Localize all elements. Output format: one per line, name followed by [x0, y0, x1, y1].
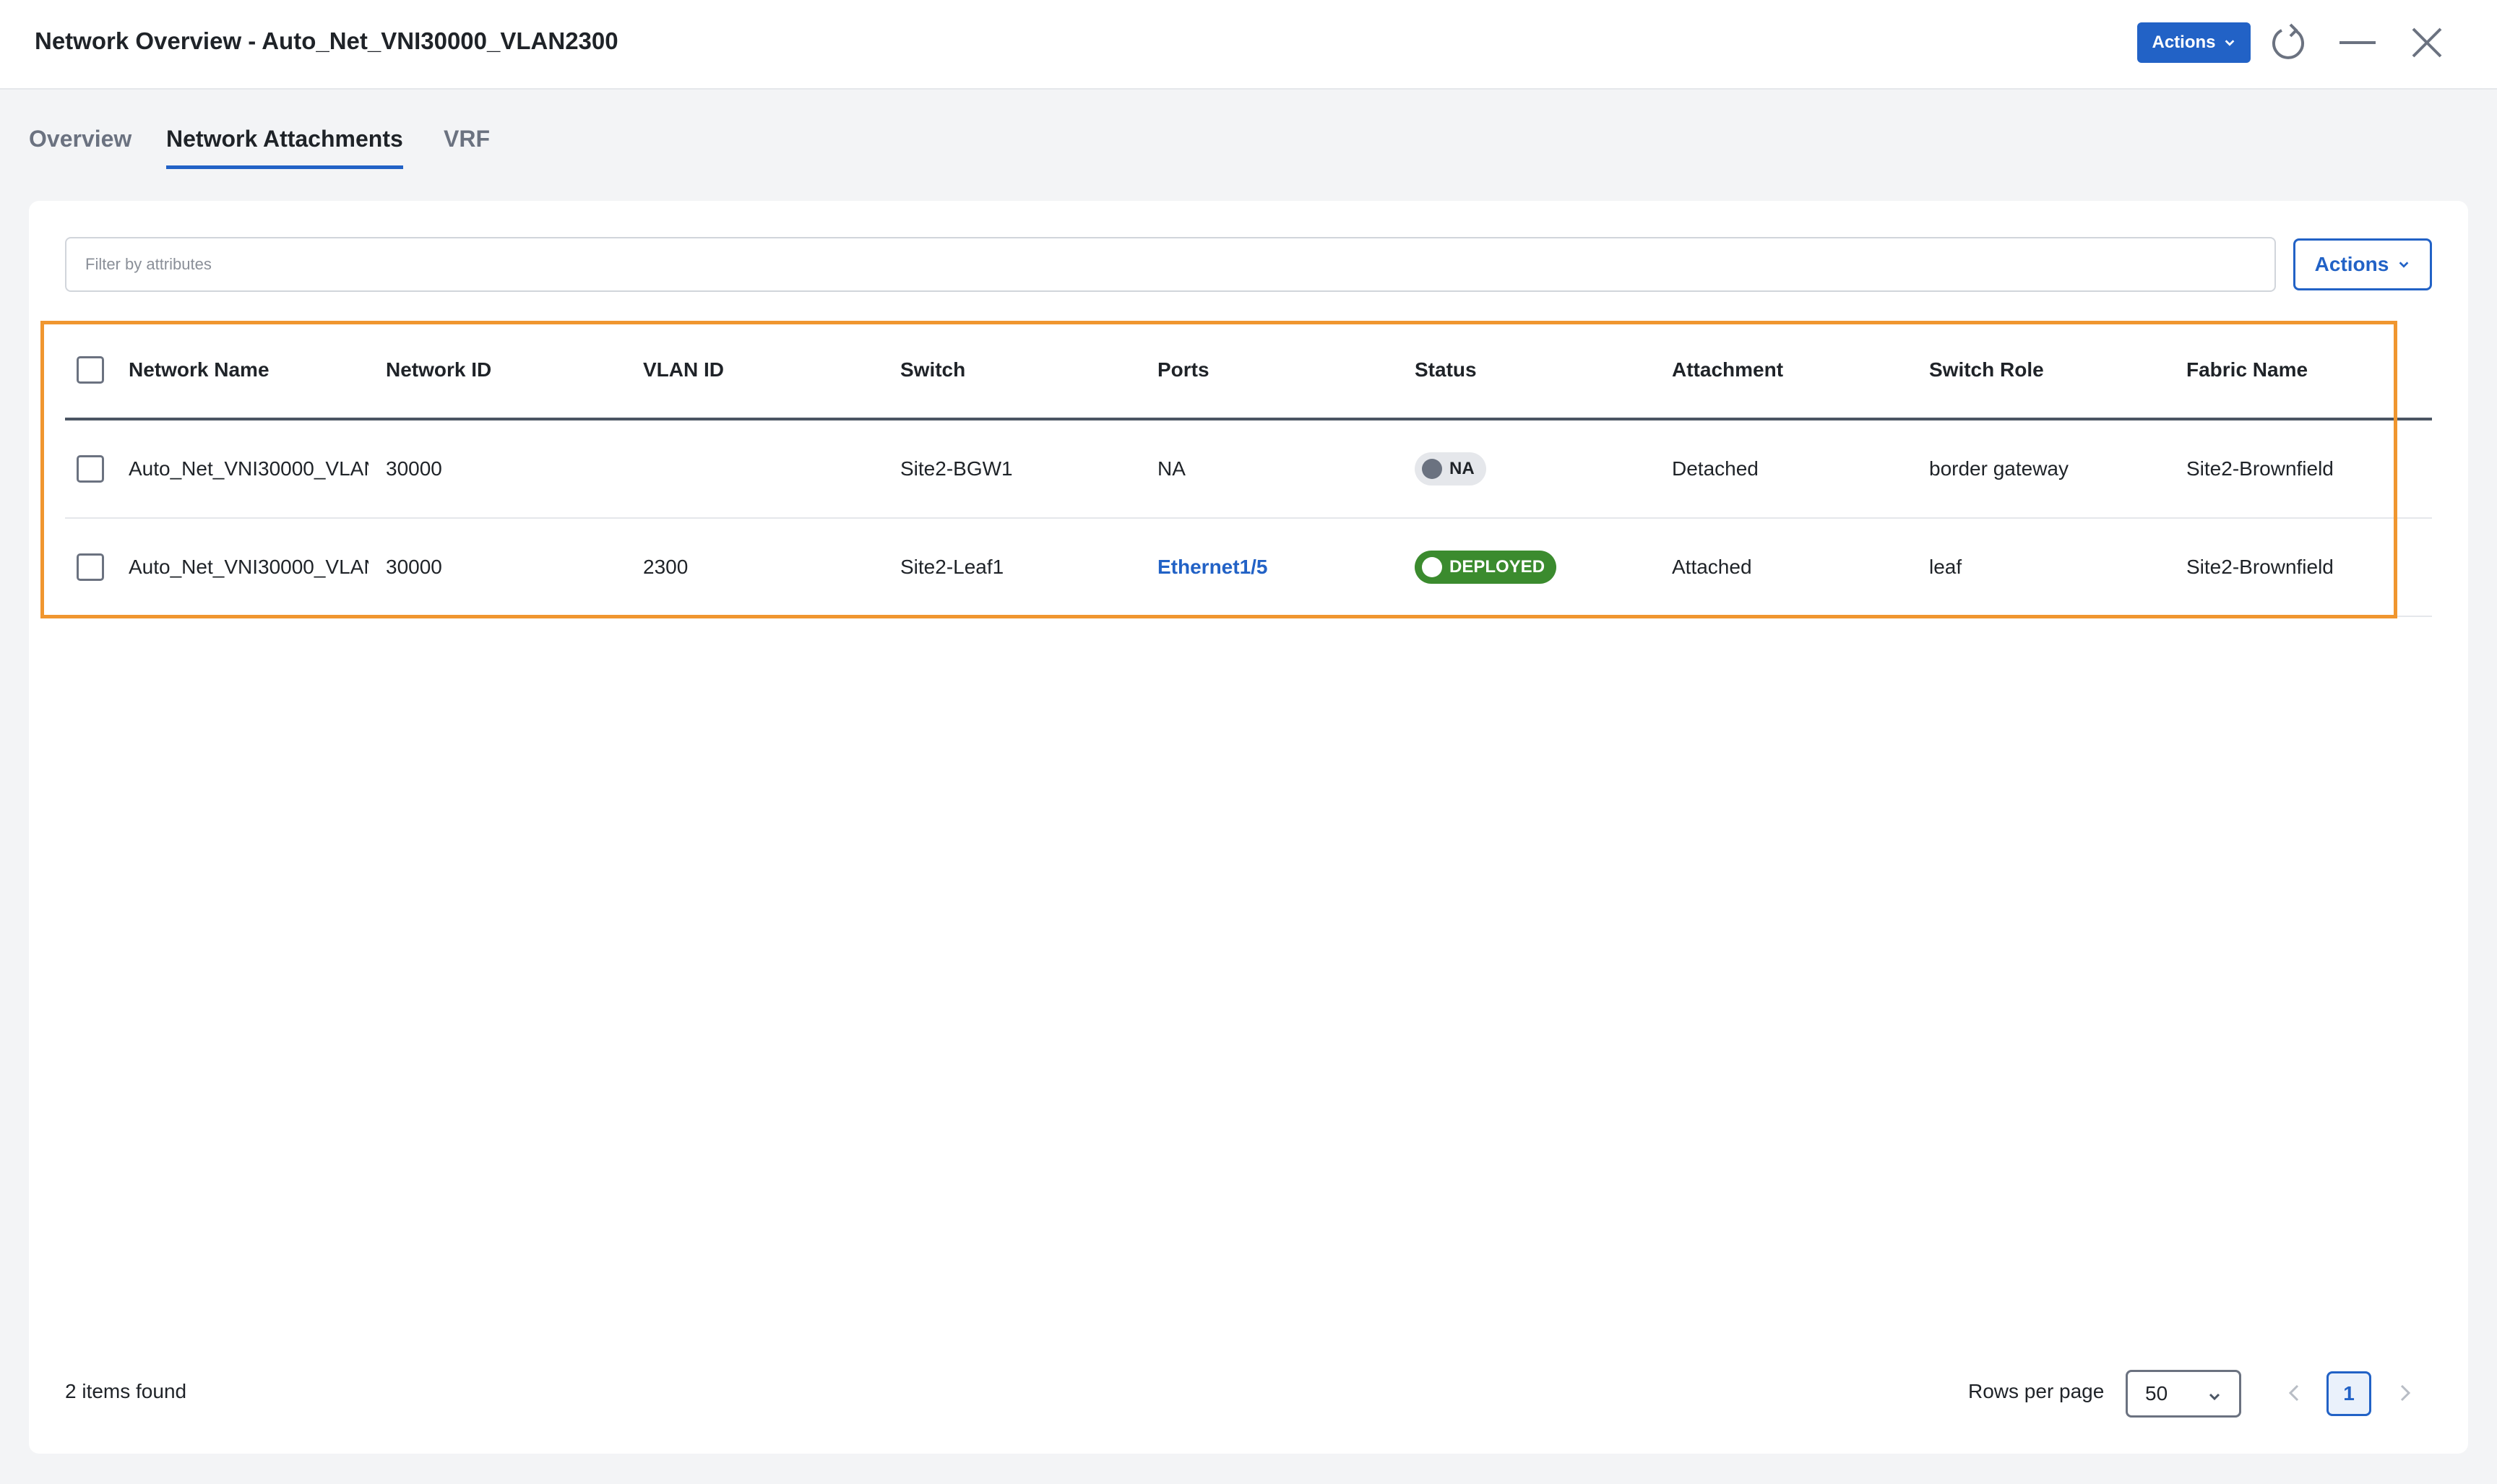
- header-actions-label: Actions: [2152, 33, 2216, 52]
- table-row[interactable]: Auto_Net_VNI30000_VLAN2300 30000 2300 Si…: [65, 519, 2432, 617]
- row-checkbox[interactable]: [77, 553, 104, 581]
- chevron-right-icon[interactable]: [2392, 1380, 2418, 1406]
- cell-switch-role: leaf: [1929, 556, 1962, 578]
- cell-status: NA: [1415, 420, 1660, 517]
- column-header-vlan-id[interactable]: VLAN ID: [643, 322, 889, 418]
- cell-status: DEPLOYED: [1415, 519, 1660, 616]
- chevron-down-icon: [2209, 1393, 2220, 1401]
- items-found-count: 2 items found: [65, 1380, 187, 1402]
- status-badge-label: NA: [1449, 459, 1475, 478]
- tab-overview[interactable]: Overview: [29, 126, 131, 165]
- status-dot-icon: [1422, 459, 1442, 479]
- column-header-network-id[interactable]: Network ID: [386, 322, 631, 418]
- rows-per-page-label: Rows per page: [1968, 1380, 2105, 1402]
- tab-network-attachments[interactable]: Network Attachments: [166, 126, 403, 169]
- cell-switch: Site2-Leaf1: [900, 556, 1004, 578]
- cell-switch: Site2-BGW1: [900, 457, 1013, 480]
- column-header-fabric-name[interactable]: Fabric Name: [2186, 322, 2432, 418]
- status-badge: DEPLOYED: [1415, 551, 1557, 584]
- attachments-table: Network Name Network ID VLAN ID Switch P…: [65, 322, 2432, 617]
- table-row[interactable]: Auto_Net_VNI30000_VLAN2300 30000 Site2-B…: [65, 420, 2432, 519]
- status-dot-icon: [1422, 557, 1442, 577]
- select-all-checkbox[interactable]: [77, 356, 104, 384]
- page-number-current[interactable]: 1: [2326, 1371, 2371, 1416]
- cell-network-id: 30000: [386, 457, 442, 480]
- cell-fabric-name: Site2-Brownfield: [2186, 457, 2334, 480]
- cell-fabric-name: Site2-Brownfield: [2186, 556, 2334, 578]
- port-link[interactable]: Ethernet1/5: [1157, 556, 1268, 579]
- cell-attachment: Attached: [1672, 556, 1752, 578]
- window-header: Network Overview - Auto_Net_VNI30000_VLA…: [0, 0, 2497, 90]
- refresh-icon[interactable]: [2266, 20, 2311, 65]
- row-checkbox[interactable]: [77, 455, 104, 483]
- cell-vlan-id: [643, 420, 889, 517]
- cell-network-name: Auto_Net_VNI30000_VLAN2300: [129, 556, 368, 578]
- chevron-left-icon[interactable]: [2282, 1380, 2308, 1406]
- cell-ports: Ethernet1/5: [1157, 519, 1403, 616]
- minimize-icon[interactable]: [2335, 20, 2380, 65]
- page-title: Network Overview - Auto_Net_VNI30000_VLA…: [35, 27, 618, 54]
- cell-ports: NA: [1157, 457, 1186, 480]
- column-header-switch-role[interactable]: Switch Role: [1929, 322, 2175, 418]
- column-header-switch[interactable]: Switch: [900, 322, 1146, 418]
- filter-input[interactable]: [65, 237, 2276, 292]
- table-header-row: Network Name Network ID VLAN ID Switch P…: [65, 322, 2432, 420]
- table-actions-button[interactable]: Actions: [2293, 238, 2432, 290]
- table-actions-label: Actions: [2314, 253, 2389, 275]
- chevron-down-icon: [2225, 40, 2234, 46]
- chevron-down-icon: [2399, 262, 2409, 268]
- tab-vrf[interactable]: VRF: [444, 126, 490, 165]
- cell-vlan-id: 2300: [643, 556, 689, 578]
- rows-per-page-value: 50: [2145, 1382, 2168, 1405]
- header-actions-button[interactable]: Actions: [2137, 22, 2251, 63]
- attachments-card: Actions Network Name Network ID VLAN ID …: [29, 201, 2468, 1454]
- column-header-attachment[interactable]: Attachment: [1672, 322, 1918, 418]
- close-icon[interactable]: [2405, 20, 2449, 65]
- column-header-network-name[interactable]: Network Name: [129, 322, 374, 418]
- status-badge: NA: [1415, 452, 1486, 486]
- status-badge-label: DEPLOYED: [1449, 557, 1545, 577]
- cell-switch-role: border gateway: [1929, 457, 2069, 480]
- column-header-status[interactable]: Status: [1415, 322, 1660, 418]
- column-header-ports[interactable]: Ports: [1157, 322, 1403, 418]
- rows-per-page-select[interactable]: 50: [2126, 1370, 2241, 1418]
- cell-attachment: Detached: [1672, 457, 1759, 480]
- cell-network-id: 30000: [386, 556, 442, 578]
- cell-network-name: Auto_Net_VNI30000_VLAN2300: [129, 457, 368, 480]
